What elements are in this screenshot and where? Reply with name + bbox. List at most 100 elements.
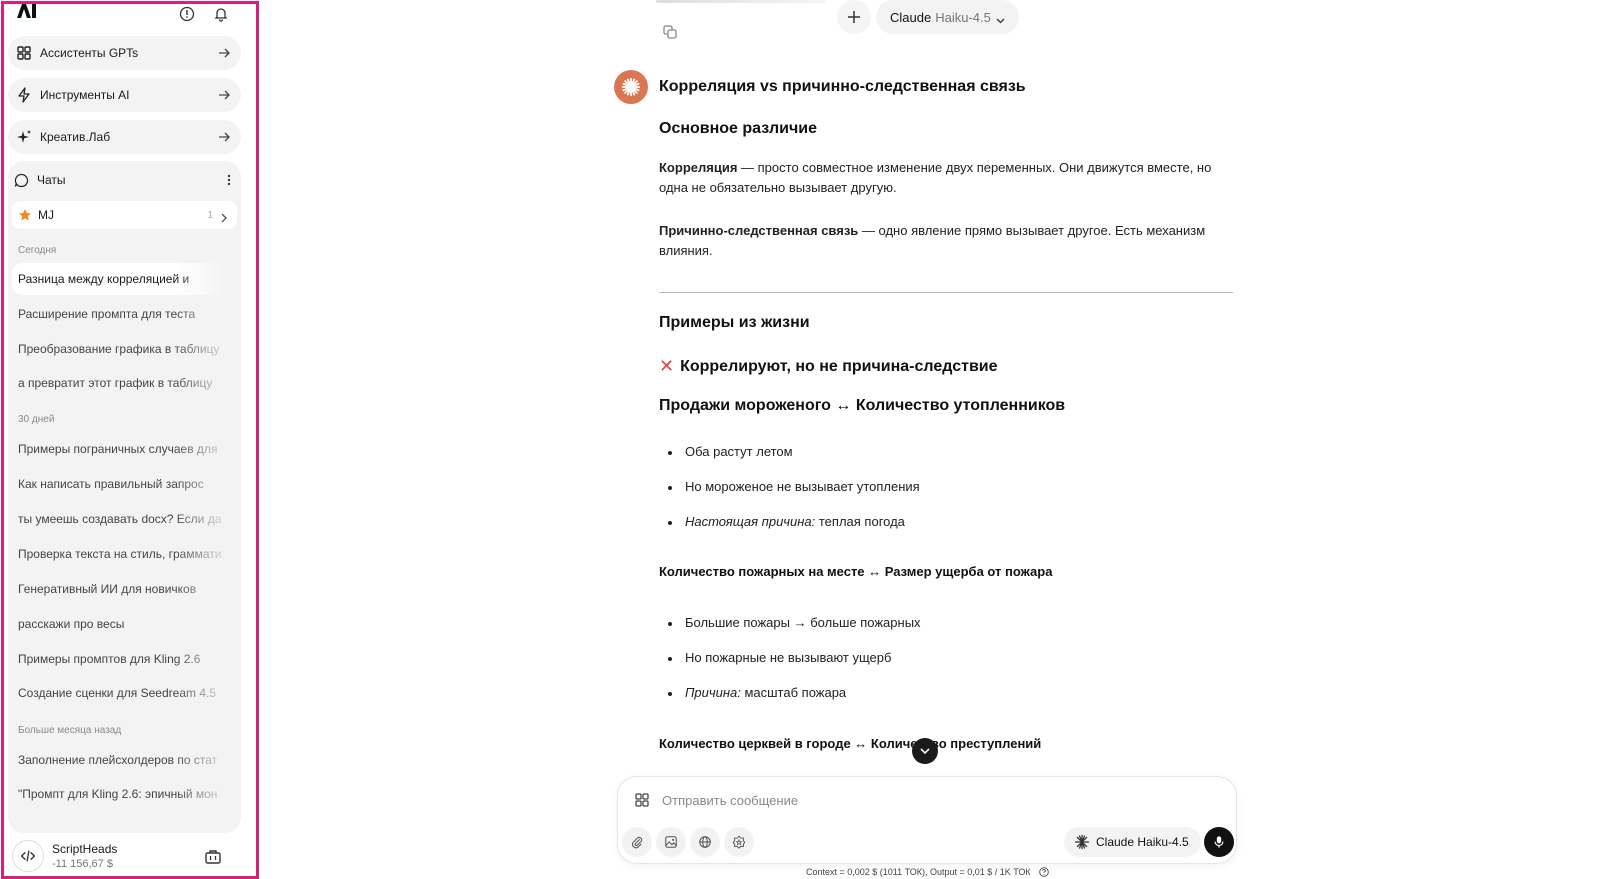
pinned-folder-label: MJ	[38, 208, 54, 222]
chat-item[interactable]: Заполнение плейсхолдеров по стат	[12, 744, 237, 776]
chat-item[interactable]: Преобразование графика в таблицу	[12, 333, 237, 365]
grid-icon	[16, 45, 32, 61]
model-brand: Claude	[890, 9, 932, 25]
list-item: Но мороженое не вызывает утопления	[659, 477, 1219, 512]
message-composer: Claude Haiku-4.5	[617, 776, 1237, 864]
user-balance: -11 156,67 $	[52, 858, 113, 870]
composer-model-selector[interactable]: Claude Haiku-4.5	[1064, 827, 1201, 857]
chat-item[interactable]: Как написать правильный запрос	[12, 468, 237, 500]
bullet-list: Большие пожары → больше пожарных Но пожа…	[659, 613, 1219, 718]
bell-icon[interactable]	[213, 6, 229, 22]
chat-item[interactable]: Примеры пограничных случаев для	[12, 433, 237, 465]
section-heading: Примеры из жизни	[659, 314, 810, 331]
nav-assistants[interactable]: Ассистенты GPTs	[8, 36, 241, 70]
list-item: Оба растут летом	[659, 442, 1219, 477]
image-icon	[665, 836, 677, 848]
section-heading: ✕ Коррелируют, но не причина-следствие	[659, 356, 998, 377]
bullet-list: Оба растут летом Но мороженое не вызывае…	[659, 442, 1219, 547]
pinned-folder-mj[interactable]: MJ 1	[12, 201, 237, 229]
context-cost-text: Context = 0,002 $ (1011 ТОК), Output = 0…	[806, 867, 1031, 877]
chat-item[interactable]: расскажи про весы	[12, 608, 237, 640]
badge-star-icon	[732, 835, 746, 849]
model-selector[interactable]: Claude Haiku-4.5	[876, 0, 1019, 34]
chat-bubble-icon	[14, 173, 29, 188]
arrow-right-icon	[217, 130, 231, 144]
nav-creative-lab[interactable]: Креатив.Лаб	[8, 120, 241, 154]
sparkle-icon	[16, 129, 32, 145]
example-heading: Количество пожарных на месте ↔ Размер ущ…	[659, 564, 1053, 579]
scroll-to-bottom-button[interactable]	[912, 738, 938, 764]
chat-item[interactable]: Создание сценки для Seedream 4.5	[12, 677, 237, 709]
chevron-right-icon	[219, 210, 229, 223]
more-vertical-icon[interactable]	[224, 173, 234, 187]
section-heading-text: Коррелируют, но не причина-следствие	[680, 358, 998, 375]
chat-item[interactable]: "Промпт для Kling 2.6: эпичный мон	[12, 778, 237, 810]
message-title: Корреляция vs причинно-следственная связ…	[659, 78, 1026, 95]
user-name: ScriptHeads	[52, 842, 118, 856]
list-item: Настоящая причина: теплая погода	[659, 512, 1219, 547]
attach-button[interactable]	[622, 827, 652, 857]
composer-model-label: Claude Haiku-4.5	[1096, 835, 1189, 849]
user-profile[interactable]: ScriptHeads -11 156,67 $	[8, 838, 241, 876]
microphone-icon	[1214, 836, 1224, 848]
alert-icon[interactable]	[179, 6, 195, 22]
context-cost-note: Context = 0,002 $ (1011 ТОК), Output = 0…	[806, 867, 1049, 877]
sidebar-header	[10, 4, 250, 28]
chats-panel: Чаты MJ 1 Сегодня Разница между корреляц…	[8, 161, 241, 833]
web-search-button[interactable]	[690, 827, 720, 857]
chevron-down-icon	[920, 748, 930, 755]
prompts-button[interactable]	[724, 827, 754, 857]
wallet-icon[interactable]	[204, 848, 222, 866]
image-button[interactable]	[656, 827, 686, 857]
arrow-right-icon	[217, 46, 231, 60]
red-cross-icon: ✕	[659, 356, 675, 376]
sidebar: Ассистенты GPTs Инструменты AI Креатив.Л…	[1, 1, 259, 879]
new-chat-button[interactable]	[837, 0, 871, 34]
arrow-right-icon	[217, 88, 231, 102]
example-heading: Продажи мороженого ↔ Количество утопленн…	[659, 397, 1066, 414]
paragraph-correlation: Корреляция — просто совместное изменение…	[659, 158, 1239, 198]
chats-label: Чаты	[37, 173, 66, 187]
chat-item[interactable]: ты умеешь создавать docx? Если да	[12, 503, 237, 535]
chat-item[interactable]: Примеры промптов для Kling 2.6	[12, 643, 237, 675]
copy-icon[interactable]	[662, 24, 678, 40]
nav-ai-tools-label: Инструменты AI	[40, 88, 130, 102]
list-item-emphasis: Настоящая причина:	[685, 514, 816, 529]
section-heading: Основное различие	[659, 120, 818, 137]
chat-item[interactable]: Проверка текста на стиль, граммати	[12, 538, 237, 570]
voice-input-button[interactable]	[1204, 827, 1234, 857]
correlation-text: — просто совместное изменение двух перем…	[659, 160, 1212, 195]
nav-ai-tools[interactable]: Инструменты AI	[8, 78, 241, 112]
nav-creative-lab-label: Креатив.Лаб	[40, 130, 111, 144]
chat-item[interactable]: а превратит этот график в таблицу	[12, 367, 237, 399]
list-item-text: теплая погода	[815, 514, 905, 529]
chats-header[interactable]: Чаты	[14, 171, 234, 189]
avatar[interactable]	[12, 840, 44, 872]
chat-item[interactable]: Генеративный ИИ для новичков	[12, 573, 237, 605]
paperclip-icon	[632, 836, 643, 849]
chat-item[interactable]: Разница между корреляцией и	[12, 263, 237, 295]
previous-message-fade	[656, 0, 826, 3]
paragraph-causation: Причинно-следственная связь — одно явлен…	[659, 221, 1239, 261]
star-icon	[18, 208, 32, 222]
model-variant: Haiku-4.5	[935, 9, 991, 25]
list-item-text: масштаб пожара	[740, 685, 847, 700]
nav-assistants-label: Ассистенты GPTs	[40, 46, 139, 60]
group-label-30-days: 30 дней	[18, 414, 55, 425]
divider	[659, 292, 1233, 293]
list-item: Большие пожары → больше пожарных	[659, 613, 1219, 648]
plus-icon	[848, 11, 860, 23]
group-label-today: Сегодня	[18, 245, 57, 256]
example-heading: Количество церквей в городе ↔ Количество…	[659, 736, 1042, 751]
claude-sunburst-icon	[1074, 834, 1090, 850]
help-circle-icon[interactable]	[1038, 867, 1049, 877]
term-correlation: Корреляция	[659, 160, 738, 175]
app-logo[interactable]	[12, 0, 38, 24]
claude-avatar	[614, 70, 648, 104]
bolt-icon	[16, 87, 32, 103]
chat-item[interactable]: Расширение промпта для теста	[12, 298, 237, 330]
claude-sunburst-icon	[621, 77, 641, 97]
message-input[interactable]	[662, 787, 1202, 813]
apps-grid-icon[interactable]	[634, 792, 650, 808]
list-item: Но пожарные не вызывают ущерб	[659, 648, 1219, 683]
